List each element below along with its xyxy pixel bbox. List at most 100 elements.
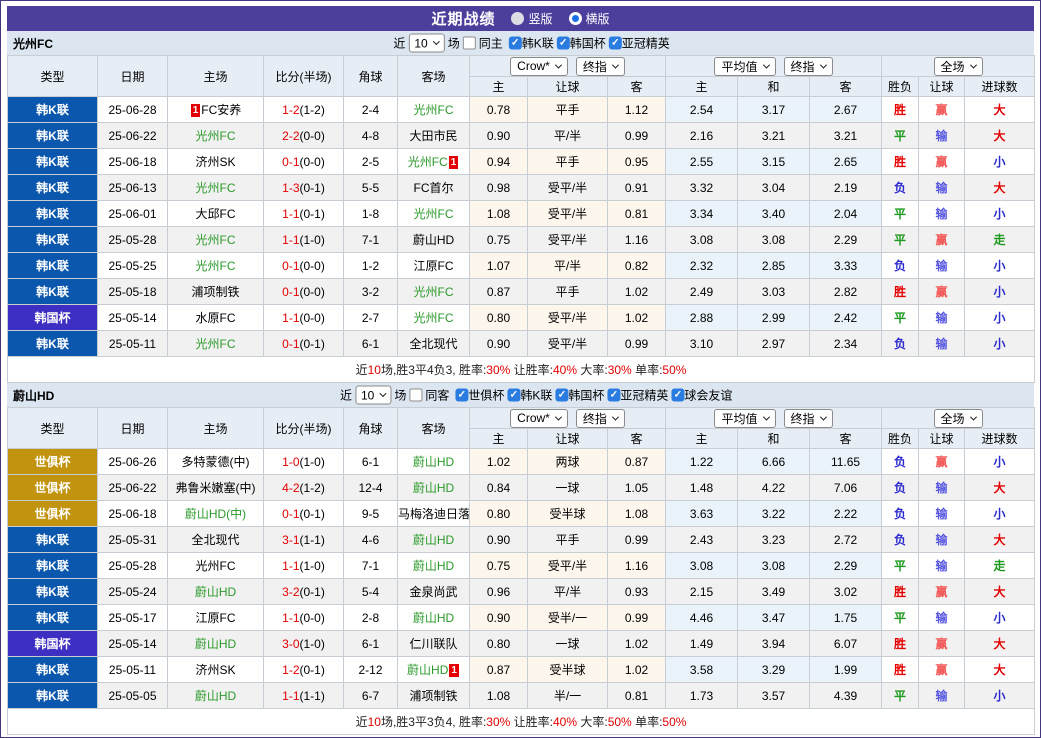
col-score: 比分(半场) bbox=[264, 56, 344, 97]
result-goals: 小 bbox=[965, 501, 1035, 527]
avg-home: 4.46 bbox=[666, 605, 738, 631]
avg-home: 3.34 bbox=[666, 201, 738, 227]
odds-away: 1.16 bbox=[608, 553, 666, 579]
period-select[interactable]: 全场 bbox=[934, 57, 983, 76]
score: 1-1(1-1) bbox=[264, 683, 344, 709]
league-checkbox[interactable]: ✓ bbox=[555, 389, 568, 402]
league-checkbox[interactable]: ✓ bbox=[609, 37, 622, 50]
same-venue-checkbox[interactable] bbox=[463, 37, 476, 50]
odds-handicap: 受半球 bbox=[528, 501, 608, 527]
odds-time-select[interactable]: 终指 bbox=[576, 57, 625, 76]
average-select[interactable]: 平均值 bbox=[714, 409, 775, 428]
col-result-handicap: 让球 bbox=[919, 429, 965, 449]
score: 1-1(0-0) bbox=[264, 305, 344, 331]
match-count-select[interactable]: 10 bbox=[355, 386, 391, 405]
result-goals: 大 bbox=[965, 123, 1035, 149]
league-badge: 韩K联 bbox=[8, 149, 98, 175]
page-title: 近期战绩 bbox=[431, 8, 495, 29]
away-team: 仁川联队 bbox=[398, 631, 470, 657]
match-date: 25-05-11 bbox=[98, 331, 168, 357]
league-badge: 世俱杯 bbox=[8, 475, 98, 501]
result-handicap: 赢 bbox=[919, 657, 965, 683]
odds-handicap: 平手 bbox=[528, 527, 608, 553]
odds-handicap: 平/半 bbox=[528, 123, 608, 149]
league-badge: 韩K联 bbox=[8, 657, 98, 683]
odds-away: 1.02 bbox=[608, 279, 666, 305]
radio-selected-icon[interactable] bbox=[569, 12, 582, 25]
league-checkbox[interactable]: ✓ bbox=[671, 389, 684, 402]
league-badge: 韩K联 bbox=[8, 175, 98, 201]
league-checkbox[interactable]: ✓ bbox=[607, 389, 620, 402]
layout-radio-vertical[interactable]: 竖版 bbox=[511, 10, 552, 27]
radio-label: 竖版 bbox=[528, 10, 552, 27]
col-avg-draw: 和 bbox=[738, 77, 810, 97]
games-label: 场 bbox=[448, 35, 460, 52]
result-group-header: 全场 bbox=[882, 408, 1035, 429]
average-time-select[interactable]: 终指 bbox=[784, 57, 833, 76]
league-checkbox[interactable]: ✓ bbox=[507, 389, 520, 402]
avg-draw: 3.23 bbox=[738, 527, 810, 553]
score: 3-0(1-0) bbox=[264, 631, 344, 657]
corner-score: 1-2 bbox=[344, 253, 398, 279]
odds-time-value: 终指 bbox=[583, 58, 607, 75]
league-checkbox[interactable]: ✓ bbox=[557, 37, 570, 50]
league-badge: 韩国杯 bbox=[8, 631, 98, 657]
home-team: 蔚山HD(中) bbox=[168, 501, 264, 527]
avg-away: 4.39 bbox=[810, 683, 882, 709]
corner-score: 5-4 bbox=[344, 579, 398, 605]
layout-radio-horizontal[interactable]: 横版 bbox=[569, 10, 610, 27]
avg-away: 3.02 bbox=[810, 579, 882, 605]
bookmaker-select[interactable]: Crow* bbox=[510, 409, 568, 428]
odds-handicap: 受半球 bbox=[528, 657, 608, 683]
avg-home: 3.63 bbox=[666, 501, 738, 527]
col-odds-home: 主 bbox=[470, 429, 528, 449]
average-select[interactable]: 平均值 bbox=[714, 57, 775, 76]
league-filter-group: ✓世俱杯✓韩K联✓韩国杯✓亚冠精英✓球会友谊 bbox=[452, 387, 732, 404]
avg-home: 2.55 bbox=[666, 149, 738, 175]
result-outcome: 胜 bbox=[882, 279, 919, 305]
avg-draw: 2.97 bbox=[738, 331, 810, 357]
avg-away: 2.67 bbox=[810, 97, 882, 123]
avg-draw: 3.03 bbox=[738, 279, 810, 305]
odds-away: 1.05 bbox=[608, 475, 666, 501]
table-row: 韩K联 25-06-22 光州FC 2-2(0-0) 4-8 大田市民 0.90… bbox=[8, 123, 1035, 149]
odds-handicap: 半/一 bbox=[528, 683, 608, 709]
table-row: 韩国杯 25-05-14 蔚山HD 3-0(1-0) 6-1 仁川联队 0.80… bbox=[8, 631, 1035, 657]
same-venue-checkbox[interactable] bbox=[409, 389, 422, 402]
average-time-select[interactable]: 终指 bbox=[784, 409, 833, 428]
match-count-select[interactable]: 10 bbox=[408, 34, 444, 53]
odds-handicap: 受平/半 bbox=[528, 201, 608, 227]
table-row: 韩K联 25-05-11 光州FC 0-1(0-1) 6-1 全北现代 0.90… bbox=[8, 331, 1035, 357]
odds-away: 1.08 bbox=[608, 501, 666, 527]
league-checkbox[interactable]: ✓ bbox=[455, 389, 468, 402]
period-select[interactable]: 全场 bbox=[934, 409, 983, 428]
avg-away: 1.99 bbox=[810, 657, 882, 683]
score: 3-1(1-1) bbox=[264, 527, 344, 553]
odds-handicap: 一球 bbox=[528, 475, 608, 501]
odds-away: 0.82 bbox=[608, 253, 666, 279]
result-goals: 小 bbox=[965, 149, 1035, 175]
score: 0-1(0-0) bbox=[264, 279, 344, 305]
avg-draw: 6.66 bbox=[738, 449, 810, 475]
odds-home: 0.87 bbox=[470, 657, 528, 683]
avg-draw: 3.29 bbox=[738, 657, 810, 683]
league-badge: 韩K联 bbox=[8, 123, 98, 149]
result-handicap: 输 bbox=[919, 553, 965, 579]
result-handicap: 赢 bbox=[919, 631, 965, 657]
away-team: FC首尔 bbox=[398, 175, 470, 201]
corner-score: 2-12 bbox=[344, 657, 398, 683]
radio-icon[interactable] bbox=[511, 12, 524, 25]
near-label: 近 bbox=[393, 35, 405, 52]
match-date: 25-05-18 bbox=[98, 279, 168, 305]
chevron-down-icon bbox=[433, 38, 440, 45]
odds-time-select[interactable]: 终指 bbox=[576, 409, 625, 428]
bookmaker-select[interactable]: Crow* bbox=[510, 57, 568, 76]
chevron-down-icon bbox=[969, 61, 976, 68]
avg-home: 1.22 bbox=[666, 449, 738, 475]
bookmaker-value: Crow* bbox=[517, 411, 550, 425]
corner-score: 2-4 bbox=[344, 97, 398, 123]
league-badge: 韩K联 bbox=[8, 227, 98, 253]
odds-handicap: 受平/半 bbox=[528, 331, 608, 357]
home-team: 蔚山HD bbox=[168, 631, 264, 657]
league-checkbox[interactable]: ✓ bbox=[509, 37, 522, 50]
